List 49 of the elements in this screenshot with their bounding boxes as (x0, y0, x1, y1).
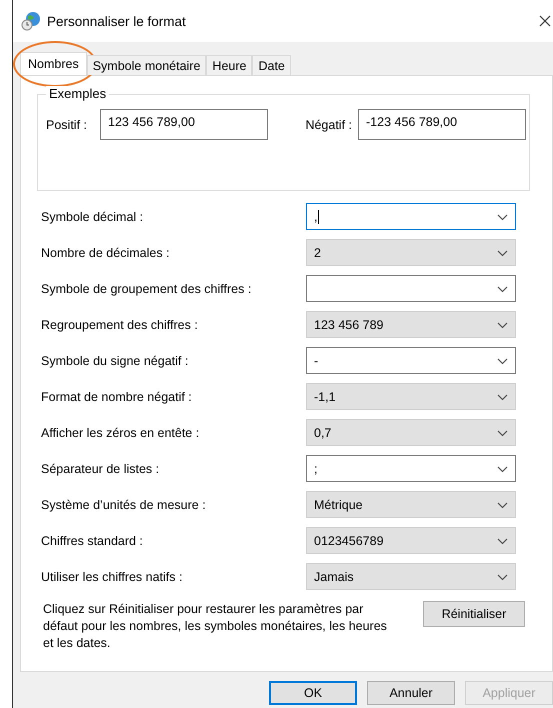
setting-label: Nombre de décimales : (40, 246, 171, 260)
setting-label: Regroupement des chiffres : (40, 318, 199, 332)
setting-label: Système d’unités de mesure : (40, 498, 207, 512)
setting-label: Format de nombre négatif : (40, 390, 193, 404)
chevron-down-icon (497, 286, 508, 293)
dropdown[interactable] (306, 275, 516, 302)
chevron-down-icon (497, 358, 508, 365)
setting-label: Symbole du signe négatif : (40, 354, 190, 368)
dropdown[interactable]: 0123456789 (306, 527, 516, 554)
setting-label: Utiliser les chiffres natifs : (40, 570, 184, 584)
chevron-down-icon (497, 538, 508, 545)
setting-label: Séparateur de listes : (40, 462, 160, 476)
group-title: Exemples (46, 86, 110, 101)
dropdown[interactable]: 0,7 (306, 419, 516, 446)
setting-label: Chiffres standard : (40, 534, 144, 548)
reset-description: Cliquez sur Réinitialiser pour restaurer les paramètres par défaut pour les nombres, les symboles monétaires, les heures et les dates. (43, 601, 388, 652)
close-icon[interactable] (539, 15, 551, 27)
tab[interactable]: Date (252, 55, 291, 75)
dropdown[interactable]: Jamais (306, 563, 516, 590)
dialog-button[interactable]: Annuler (367, 681, 455, 705)
chevron-down-icon (497, 214, 508, 221)
dropdown[interactable]: ; (306, 455, 516, 482)
field-label: Positif : (46, 118, 88, 132)
tab[interactable]: Symbole monétaire (86, 55, 206, 75)
example-field: 123 456 789,00 (100, 109, 268, 140)
dropdown[interactable]: 2 (306, 239, 516, 266)
chevron-down-icon (497, 466, 508, 473)
globe-clock-icon (21, 11, 41, 31)
reset-button[interactable]: Réinitialiser (423, 601, 525, 627)
setting-label: Symbole décimal : (40, 210, 144, 224)
dropdown[interactable]: 123 456 789 (306, 311, 516, 338)
chevron-down-icon (497, 322, 508, 329)
example-field: -123 456 789,00 (358, 109, 526, 140)
setting-label: Symbole de groupement des chiffres : (40, 282, 252, 296)
dropdown[interactable]: - (306, 347, 516, 374)
chevron-down-icon (497, 574, 508, 581)
setting-label: Afficher les zéros en entête : (40, 426, 200, 440)
chevron-down-icon (497, 394, 508, 401)
dropdown[interactable]: , (306, 203, 516, 230)
window-title: Personnaliser le format (47, 14, 187, 28)
field-label: Négatif : (304, 118, 353, 132)
chevron-down-icon (497, 430, 508, 437)
chevron-down-icon (497, 250, 508, 257)
tab[interactable]: Heure (206, 55, 252, 75)
chevron-down-icon (497, 502, 508, 509)
tab[interactable]: Nombres (20, 52, 87, 75)
dialog-button[interactable]: OK (269, 681, 357, 705)
dropdown[interactable]: -1,1 (306, 383, 516, 410)
dropdown[interactable]: Métrique (306, 491, 516, 518)
